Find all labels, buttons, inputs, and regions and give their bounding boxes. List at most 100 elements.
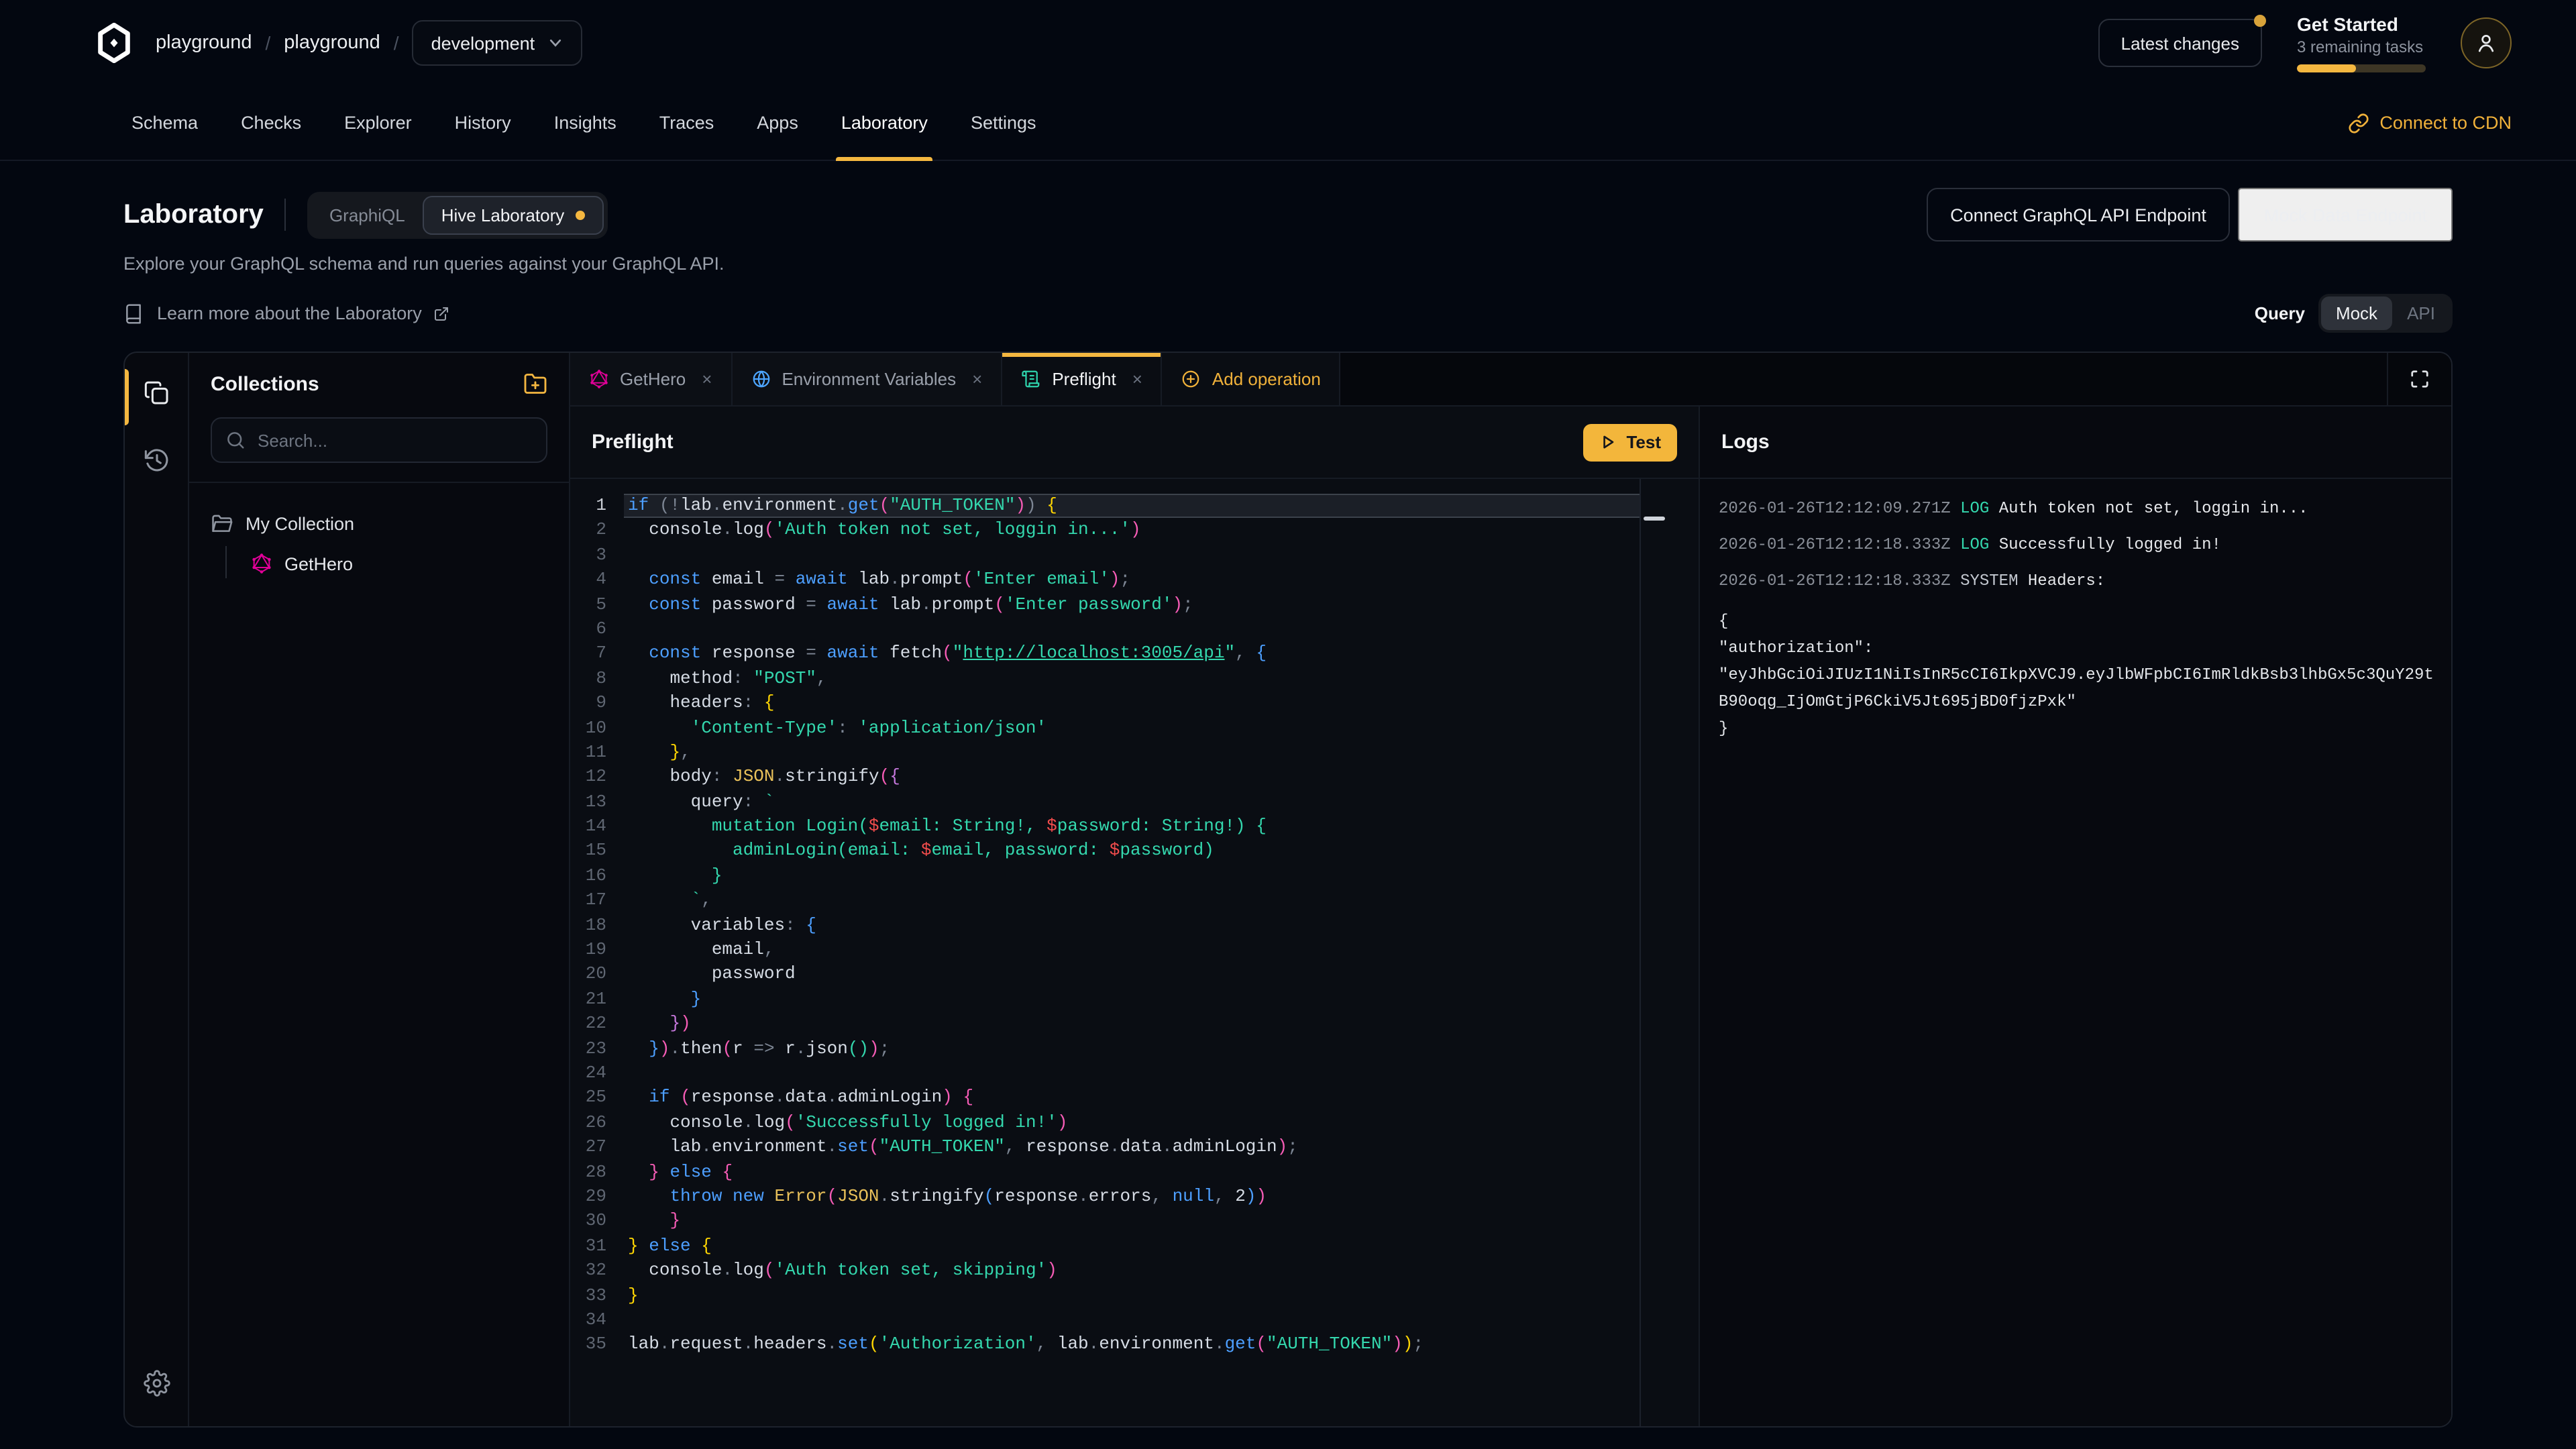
code-line[interactable]: 21 }: [570, 987, 1640, 1012]
fullscreen-button[interactable]: [2387, 353, 2451, 405]
target-selector[interactable]: development: [413, 20, 582, 66]
code-line[interactable]: 28 } else {: [570, 1160, 1640, 1185]
line-number: 2: [570, 519, 624, 543]
code-line-content: [624, 617, 1640, 642]
connect-to-cdn-link[interactable]: Connect to CDN: [2347, 86, 2512, 160]
close-tab-icon[interactable]: ×: [702, 369, 712, 389]
test-button[interactable]: Test: [1583, 423, 1677, 461]
code-line[interactable]: 9 headers: {: [570, 691, 1640, 716]
code-line[interactable]: 5 const password = await lab.prompt('Ent…: [570, 592, 1640, 617]
code-line[interactable]: 7 const response = await fetch("http://l…: [570, 642, 1640, 667]
line-number: 27: [570, 1135, 624, 1160]
connect-graphql-endpoint-button[interactable]: Connect GraphQL API Endpoint: [1926, 188, 2231, 241]
collections-search-input[interactable]: [211, 417, 547, 463]
log-raw-line: "authorization":: [1719, 635, 2432, 661]
code-line[interactable]: 11 },: [570, 741, 1640, 765]
code-line[interactable]: 2 console.log('Auth token not set, loggi…: [570, 519, 1640, 543]
code-line[interactable]: 30 }: [570, 1210, 1640, 1234]
nav-tab-explorer[interactable]: Explorer: [325, 86, 431, 160]
code-line[interactable]: 6: [570, 617, 1640, 642]
code-line[interactable]: 22 }): [570, 1012, 1640, 1036]
code-line[interactable]: 15 adminLogin(email: $email, password: $…: [570, 839, 1640, 864]
code-line[interactable]: 4 const email = await lab.prompt('Enter …: [570, 568, 1640, 592]
nav-tab-laboratory[interactable]: Laboratory: [822, 86, 947, 160]
collection-folder-my-collection[interactable]: My Collection: [189, 504, 569, 543]
breadcrumb-project[interactable]: playground: [284, 32, 380, 54]
hive-logo-icon[interactable]: [97, 23, 131, 63]
close-tab-icon[interactable]: ×: [1132, 369, 1142, 389]
learn-more-link[interactable]: Learn more about the Laboratory: [123, 303, 450, 324]
folder-plus-icon: [523, 372, 547, 396]
latest-changes-button[interactable]: Latest changes: [2098, 19, 2262, 67]
nav-tab-schema[interactable]: Schema: [113, 86, 217, 160]
line-number: 6: [570, 617, 624, 642]
line-number: 10: [570, 716, 624, 741]
fullscreen-icon: [2410, 369, 2430, 389]
close-tab-icon[interactable]: ×: [972, 369, 982, 389]
notification-dot: [2254, 15, 2266, 27]
line-number: 16: [570, 864, 624, 889]
code-line[interactable]: 16 }: [570, 864, 1640, 889]
code-line[interactable]: 34: [570, 1308, 1640, 1333]
code-line[interactable]: 35lab.request.headers.set('Authorization…: [570, 1333, 1640, 1358]
sidebar-rail: [125, 353, 189, 1426]
code-line[interactable]: 17 `,: [570, 889, 1640, 914]
nav-tab-checks[interactable]: Checks: [222, 86, 320, 160]
code-line[interactable]: 24: [570, 1061, 1640, 1086]
code-line[interactable]: 32 console.log('Auth token set, skipping…: [570, 1258, 1640, 1283]
tab-environment-variables[interactable]: Environment Variables×: [732, 353, 1002, 405]
code-line[interactable]: 27 lab.environment.set("AUTH_TOKEN", res…: [570, 1135, 1640, 1160]
get-started-title: Get Started: [2297, 13, 2426, 37]
editor-scrollbar-thumb[interactable]: [1644, 517, 1665, 521]
settings-rail-button[interactable]: [135, 1362, 178, 1405]
get-started-subtitle: 3 remaining tasks: [2297, 38, 2426, 58]
code-line[interactable]: 31} else {: [570, 1234, 1640, 1258]
code-line-content: [624, 1308, 1640, 1333]
code-line[interactable]: 20 password: [570, 963, 1640, 987]
nav-tab-traces[interactable]: Traces: [641, 86, 733, 160]
mock-data-endpoint-button[interactable]: Mock Data Endpoint: [2239, 188, 2453, 241]
code-line-content: headers: {: [624, 691, 1640, 716]
connect-to-cdn-label: Connect to CDN: [2379, 113, 2512, 133]
nav-tab-insights[interactable]: Insights: [535, 86, 635, 160]
code-line[interactable]: 25 if (response.data.adminLogin) {: [570, 1086, 1640, 1111]
globe-icon: [751, 369, 771, 389]
collections-rail-button[interactable]: [135, 372, 178, 415]
code-line[interactable]: 23 }).then(r => r.json());: [570, 1036, 1640, 1061]
nav-tab-apps[interactable]: Apps: [738, 86, 817, 160]
code-editor[interactable]: 1if (!lab.environment.get("AUTH_TOKEN"))…: [570, 479, 1640, 1426]
code-line[interactable]: 33}: [570, 1283, 1640, 1308]
code-line[interactable]: 10 'Content-Type': 'application/json': [570, 716, 1640, 741]
line-number: 19: [570, 938, 624, 963]
mode-option-graphiql[interactable]: GraphiQL: [312, 197, 423, 233]
code-line[interactable]: 12 body: JSON.stringify({: [570, 765, 1640, 790]
code-line[interactable]: 29 throw new Error(JSON.stringify(respon…: [570, 1185, 1640, 1210]
code-line[interactable]: 3: [570, 543, 1640, 568]
workbench-column: GetHero×Environment Variables×Preflight×…: [570, 353, 2451, 1426]
query-mode-api[interactable]: API: [2392, 297, 2450, 330]
code-line[interactable]: 13 query: `: [570, 790, 1640, 814]
tab-add-operation[interactable]: Add operation: [1163, 353, 1341, 405]
collection-operation-gethero[interactable]: GetHero: [189, 543, 569, 584]
add-collection-button[interactable]: [523, 372, 547, 396]
code-line[interactable]: 26 console.log('Successfully logged in!'…: [570, 1111, 1640, 1136]
nav-tab-history[interactable]: History: [436, 86, 530, 160]
code-line[interactable]: 14 mutation Login($email: String!, $pass…: [570, 814, 1640, 839]
user-avatar[interactable]: [2461, 17, 2512, 68]
nav-tab-settings[interactable]: Settings: [952, 86, 1055, 160]
code-line[interactable]: 18 variables: {: [570, 913, 1640, 938]
tab-preflight[interactable]: Preflight×: [1002, 353, 1163, 405]
line-number: 23: [570, 1036, 624, 1061]
get-started-widget[interactable]: Get Started 3 remaining tasks: [2297, 13, 2426, 73]
mode-option-hive-laboratory[interactable]: Hive Laboratory: [423, 195, 604, 234]
code-line[interactable]: 8 method: "POST",: [570, 666, 1640, 691]
code-line[interactable]: 1if (!lab.environment.get("AUTH_TOKEN"))…: [570, 494, 1640, 519]
breadcrumb-org[interactable]: playground: [156, 32, 252, 54]
query-mode-row: Query Mock API: [2255, 294, 2453, 333]
editor-scrollbar[interactable]: [1640, 479, 1699, 1426]
tab-gethero[interactable]: GetHero×: [570, 353, 732, 405]
query-mode-mock[interactable]: Mock: [2321, 297, 2392, 330]
code-line[interactable]: 19 email,: [570, 938, 1640, 963]
line-number: 34: [570, 1308, 624, 1333]
history-rail-button[interactable]: [135, 439, 178, 482]
